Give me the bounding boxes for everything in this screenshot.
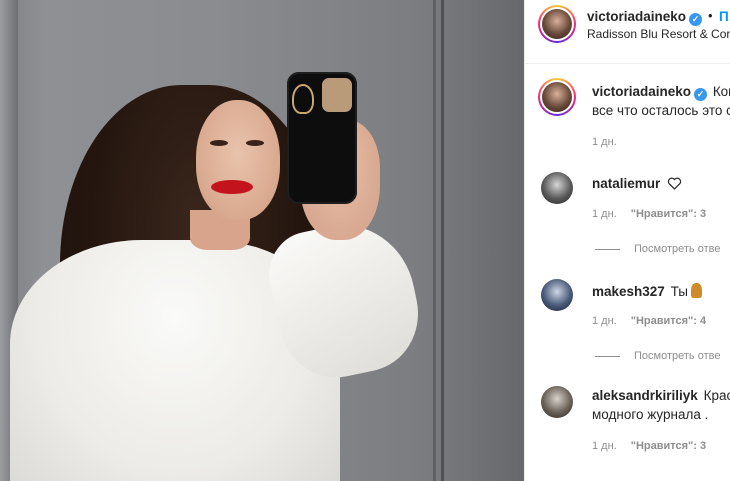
comment-avatar[interactable] (541, 386, 573, 418)
comment-avatar[interactable] (541, 279, 573, 311)
comment-meta: 1 дн. "Нравится": 3 (592, 440, 706, 452)
verified-icon: ✓ (694, 88, 708, 101)
comment-time[interactable]: 1 дн. (592, 208, 617, 220)
caption-text-line2: все что осталось это с (592, 103, 730, 118)
comment-username[interactable]: nataliemur (592, 176, 682, 191)
door-seam (441, 0, 444, 481)
caption-avatar[interactable] (538, 78, 576, 116)
view-replies-button[interactable]: Посмотреть отве (595, 243, 720, 255)
author-avatar[interactable] (538, 5, 576, 43)
comment-avatar[interactable] (541, 172, 573, 204)
comment-likes[interactable]: "Нравится": 3 (631, 208, 706, 220)
face (196, 100, 280, 220)
eye (246, 140, 264, 146)
heart-icon (667, 177, 682, 190)
person-emoji-icon (690, 283, 702, 298)
comment-time[interactable]: 1 дн. (592, 440, 617, 452)
comment-meta: 1 дн. "Нравится": 3 (592, 208, 706, 220)
comment-meta: 1 дн. "Нравится": 4 (592, 315, 706, 327)
phone-camera (322, 78, 352, 112)
separator-dot: • (708, 8, 713, 23)
location-link[interactable]: Radisson Blu Resort & Cor (587, 27, 730, 41)
caption-username[interactable]: victoriadaineko✓ Ког (592, 84, 730, 101)
phone-charm (292, 84, 314, 114)
view-replies-button[interactable]: Посмотреть отве (595, 350, 720, 362)
lips (211, 180, 253, 194)
post-photo[interactable] (0, 0, 524, 481)
post-sidebar: victoriadaineko ✓ • П Radisson Blu Resort… (525, 0, 730, 481)
comment-time[interactable]: 1 дн. (592, 315, 617, 327)
comment-text-line2: модного журнала . (592, 407, 709, 422)
view-replies-label: Посмотреть отве (634, 350, 721, 362)
caption-time[interactable]: 1 дн. (592, 136, 617, 148)
comment-username[interactable]: makesh327 Ты (592, 283, 702, 299)
comment-likes[interactable]: "Нравится": 3 (631, 440, 706, 452)
comment-likes[interactable]: "Нравится": 4 (631, 315, 706, 327)
eye (210, 140, 228, 146)
author-username[interactable]: victoriadaineko ✓ (587, 9, 703, 26)
comment-text: Ты (670, 284, 688, 299)
follow-button[interactable]: П (719, 9, 729, 24)
view-replies-label: Посмотреть отве (634, 243, 721, 255)
door-seam (433, 0, 436, 481)
verified-icon: ✓ (689, 13, 703, 26)
post-header: victoriadaineko ✓ • П Radisson Blu Resort… (525, 0, 730, 64)
comment-text: Крас (703, 388, 730, 403)
comment-username[interactable]: aleksandrkiriliyk Крас (592, 388, 730, 403)
caption-text: Ког (712, 84, 730, 99)
